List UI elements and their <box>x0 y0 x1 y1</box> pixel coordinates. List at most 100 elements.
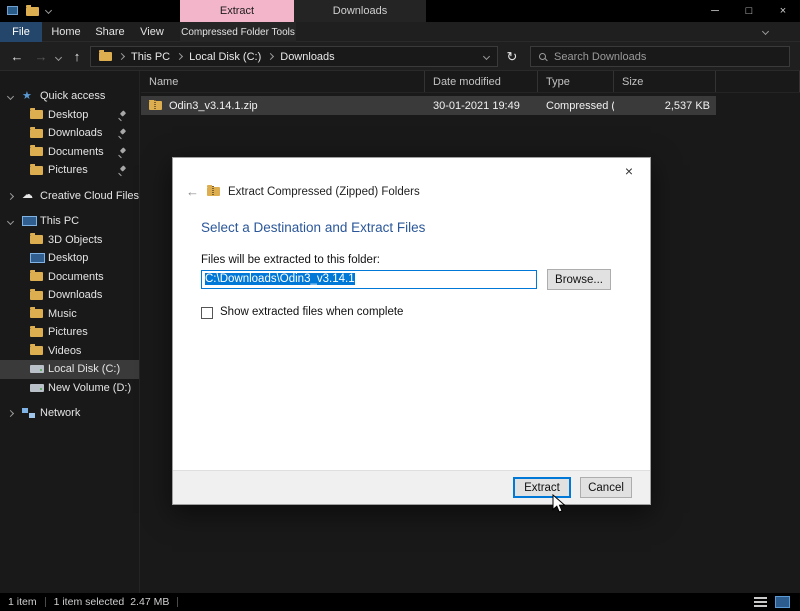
sidebar-item-pictures-pinned[interactable]: Pictures <box>0 161 139 180</box>
ribbon-tab-bar: File Home Share View Compressed Folder T… <box>0 22 800 42</box>
cancel-button[interactable]: Cancel <box>580 477 632 498</box>
forward-button[interactable]: → <box>30 42 52 71</box>
tab-home[interactable]: Home <box>44 22 88 42</box>
window-tab-label: Downloads <box>333 5 387 17</box>
sidebar-item-this-pc[interactable]: This PC <box>0 212 139 231</box>
tab-compressed-folder-tools[interactable]: Compressed Folder Tools <box>180 22 296 42</box>
drive-icon <box>30 384 44 392</box>
chevron-right-icon <box>118 53 125 60</box>
star-icon: ★ <box>22 91 32 102</box>
chevron-down-icon[interactable] <box>45 7 52 14</box>
table-row[interactable]: Odin3_v3.14.1.zip 30-01-2021 19:49 Compr… <box>141 96 716 115</box>
file-menu-button[interactable]: File <box>0 22 42 42</box>
dialog-header: ← Extract Compressed (Zipped) Folders <box>186 184 420 199</box>
app-window-icon <box>7 6 18 15</box>
window-tab-extract[interactable]: Extract <box>180 0 294 22</box>
pin-icon <box>118 111 127 120</box>
monitor-icon <box>30 253 43 263</box>
dialog-footer: Extract Cancel <box>173 470 650 504</box>
browse-button[interactable]: Browse... <box>547 269 611 290</box>
window-tab-downloads[interactable]: Downloads <box>294 0 426 22</box>
sidebar-item-documents[interactable]: Documents <box>0 268 139 287</box>
minimize-button[interactable]: ─ <box>698 0 732 22</box>
drive-icon <box>30 365 44 373</box>
dialog-close-button[interactable]: × <box>616 161 642 181</box>
folder-icon <box>30 346 43 355</box>
sidebar-item-videos[interactable]: Videos <box>0 342 139 361</box>
zip-folder-icon <box>207 187 220 196</box>
up-button[interactable]: ↑ <box>66 42 88 71</box>
folder-icon <box>30 309 43 318</box>
dialog-heading: Select a Destination and Extract Files <box>201 220 425 235</box>
maximize-button[interactable]: □ <box>732 0 766 22</box>
extract-button[interactable]: Extract <box>513 477 571 498</box>
destination-path-input[interactable]: C:\Downloads\Odin3_v3.14.1 <box>201 270 537 289</box>
dialog-back-icon: ← <box>186 184 199 199</box>
chevron-down-icon[interactable] <box>7 93 14 100</box>
file-date-cell: 30-01-2021 19:49 <box>425 100 538 112</box>
refresh-button[interactable]: ↻ <box>500 42 524 71</box>
pin-icon <box>118 129 127 138</box>
chevron-right-icon[interactable] <box>7 410 14 417</box>
recent-locations-icon[interactable] <box>55 54 62 61</box>
sidebar-item-downloads-pinned[interactable]: Downloads <box>0 124 139 143</box>
address-dropdown-icon[interactable] <box>483 53 490 60</box>
monitor-icon <box>22 216 35 226</box>
sidebar-item-3d-objects[interactable]: 3D Objects <box>0 231 139 250</box>
show-files-checkbox[interactable] <box>201 307 213 319</box>
column-header-size[interactable]: Size <box>614 71 716 92</box>
address-bar[interactable]: This PC Local Disk (C:) Downloads <box>90 46 498 67</box>
tab-view[interactable]: View <box>132 22 172 42</box>
sidebar-item-local-disk-c[interactable]: Local Disk (C:) <box>0 360 139 379</box>
breadcrumb-this-pc[interactable]: This PC <box>131 51 170 63</box>
expand-ribbon-icon[interactable] <box>762 28 769 35</box>
sidebar-item-downloads[interactable]: Downloads <box>0 286 139 305</box>
status-divider <box>177 597 178 607</box>
close-button[interactable]: × <box>766 0 800 22</box>
selection-count: 1 item selected <box>54 596 125 608</box>
sidebar-item-pictures[interactable]: Pictures <box>0 323 139 342</box>
sidebar-item-desktop[interactable]: Desktop <box>0 249 139 268</box>
selected-path-text: C:\Downloads\Odin3_v3.14.1 <box>205 273 355 285</box>
title-bar: Extract Downloads ─ □ × <box>0 0 800 22</box>
window-controls: ─ □ × <box>698 0 800 22</box>
items-count: 1 item <box>8 596 37 608</box>
sidebar-item-documents-pinned[interactable]: Documents <box>0 143 139 162</box>
details-view-icon[interactable] <box>754 597 767 607</box>
sidebar-item-new-volume-d[interactable]: New Volume (D:) <box>0 379 139 398</box>
thumbnails-view-icon[interactable] <box>775 596 790 608</box>
sidebar-item-music[interactable]: Music <box>0 305 139 324</box>
pin-icon <box>118 166 127 175</box>
sidebar-item-network[interactable]: Network <box>0 404 139 423</box>
folder-icon <box>30 272 43 281</box>
sidebar-item-quick-access[interactable]: ★ Quick access <box>0 87 139 106</box>
sidebar-item-desktop-pinned[interactable]: Desktop <box>0 106 139 125</box>
navigation-bar: ← → ↑ This PC Local Disk (C:) Downloads … <box>0 42 800 71</box>
file-type-cell: Compressed (zipp... <box>538 100 614 112</box>
selection-size: 2.47 MB <box>130 596 169 608</box>
breadcrumb-local-disk-c[interactable]: Local Disk (C:) <box>189 51 261 63</box>
search-icon <box>539 53 546 60</box>
column-header-date-modified[interactable]: Date modified <box>425 71 538 92</box>
back-button[interactable]: ← <box>6 42 28 71</box>
chevron-down-icon[interactable] <box>7 218 14 225</box>
tab-share[interactable]: Share <box>88 22 132 42</box>
pin-icon <box>118 148 127 157</box>
folder-icon <box>99 52 112 61</box>
chevron-right-icon[interactable] <box>176 53 183 60</box>
chevron-right-icon[interactable] <box>7 192 14 199</box>
chevron-right-icon[interactable] <box>267 53 274 60</box>
sidebar-item-creative-cloud-files[interactable]: ☁ Creative Cloud Files <box>0 187 139 206</box>
column-headers: Name Date modified Type Size <box>141 71 800 93</box>
breadcrumb-downloads[interactable]: Downloads <box>280 51 334 63</box>
column-header-name[interactable]: Name <box>141 71 425 92</box>
view-switcher <box>754 596 790 608</box>
folder-icon <box>30 291 43 300</box>
column-header-type[interactable]: Type <box>538 71 614 92</box>
folder-icon <box>30 129 43 138</box>
file-size-cell: 2,537 KB <box>614 100 716 112</box>
status-bar: 1 item 1 item selected 2.47 MB <box>0 593 800 611</box>
folder-icon <box>30 147 43 156</box>
search-input[interactable]: Search Downloads <box>530 46 790 67</box>
folder-icon <box>26 7 39 16</box>
